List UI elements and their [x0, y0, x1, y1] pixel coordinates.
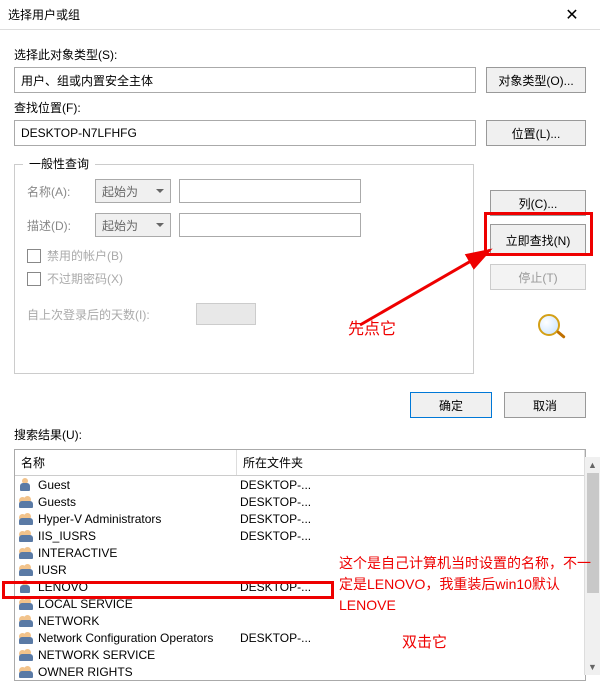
cell-name: LENOVO — [38, 580, 240, 594]
user-icon — [19, 478, 36, 492]
side-buttons: 列(C)... 立即查找(N) 停止(T) — [490, 190, 586, 290]
name-label: 名称(A): — [27, 183, 87, 200]
desc-match-select[interactable]: 起始为 — [95, 213, 171, 237]
magnifier-icon — [538, 314, 572, 342]
results-table: 名称 所在文件夹 GuestDESKTOP-...GuestsDESKTOP-.… — [14, 449, 586, 681]
cell-name: LOCAL SERVICE — [38, 597, 240, 611]
table-row[interactable]: OWNER RIGHTS — [15, 663, 585, 680]
group-icon — [19, 495, 36, 509]
cell-name: IUSR — [38, 563, 240, 577]
group-icon — [19, 563, 36, 577]
results-label: 搜索结果(U): — [14, 426, 586, 443]
object-types-button[interactable]: 对象类型(O)... — [486, 67, 586, 93]
table-row[interactable]: NETWORK — [15, 612, 585, 629]
table-row[interactable]: LOCAL SERVICE — [15, 595, 585, 612]
group-icon — [19, 529, 36, 543]
stop-button: 停止(T) — [490, 264, 586, 290]
group-icon — [19, 648, 36, 662]
non-expiring-label: 不过期密码(X) — [47, 270, 123, 287]
user-icon — [19, 580, 36, 594]
desc-input[interactable] — [179, 213, 361, 237]
window-title: 选择用户或组 — [8, 6, 552, 23]
cell-folder: DESKTOP-... — [240, 512, 311, 526]
table-row[interactable]: GuestsDESKTOP-... — [15, 493, 585, 510]
cell-name: INTERACTIVE — [38, 546, 240, 560]
name-match-select[interactable]: 起始为 — [95, 179, 171, 203]
titlebar: 选择用户或组 ✕ — [0, 0, 600, 30]
ok-button[interactable]: 确定 — [410, 392, 492, 418]
cancel-button[interactable]: 取消 — [504, 392, 586, 418]
table-row[interactable]: LENOVODESKTOP-... — [15, 578, 585, 595]
days-since-select[interactable] — [196, 303, 256, 325]
table-row[interactable]: INTERACTIVE — [15, 544, 585, 561]
cell-folder: DESKTOP-... — [240, 529, 311, 543]
days-since-label: 自上次登录后的天数(I): — [27, 306, 150, 323]
object-type-input[interactable] — [14, 67, 476, 93]
cell-folder: DESKTOP-... — [240, 631, 311, 645]
common-queries-group: 一般性查询 名称(A): 起始为 描述(D): 起始为 禁用的帐户(B) 不过期… — [14, 164, 474, 374]
cell-name: NETWORK — [38, 614, 240, 628]
group-icon — [19, 512, 36, 526]
cell-folder: DESKTOP-... — [240, 495, 311, 509]
cell-name: Guest — [38, 478, 240, 492]
non-expiring-checkbox[interactable] — [27, 272, 41, 286]
table-row[interactable]: Network Configuration OperatorsDESKTOP-.… — [15, 629, 585, 646]
cell-name: Hyper-V Administrators — [38, 512, 240, 526]
scroll-down-icon[interactable]: ▼ — [585, 659, 600, 675]
group-icon — [19, 546, 36, 560]
location-label: 查找位置(F): — [14, 99, 586, 116]
locations-button[interactable]: 位置(L)... — [486, 120, 586, 146]
close-button[interactable]: ✕ — [552, 0, 592, 30]
group-icon — [19, 614, 36, 628]
cell-name: Network Configuration Operators — [38, 631, 240, 645]
cell-name: IIS_IUSRS — [38, 529, 240, 543]
column-name[interactable]: 名称 — [15, 450, 237, 475]
table-row[interactable]: IUSR — [15, 561, 585, 578]
disabled-accounts-label: 禁用的帐户(B) — [47, 247, 123, 264]
cell-folder: DESKTOP-... — [240, 580, 311, 594]
desc-label: 描述(D): — [27, 217, 87, 234]
group-icon — [19, 597, 36, 611]
find-now-button[interactable]: 立即查找(N) — [490, 224, 586, 256]
name-input[interactable] — [179, 179, 361, 203]
scroll-thumb[interactable] — [587, 473, 599, 593]
disabled-accounts-checkbox[interactable] — [27, 249, 41, 263]
table-header: 名称 所在文件夹 — [15, 450, 585, 476]
cell-name: OWNER RIGHTS — [38, 665, 240, 679]
table-row[interactable]: NETWORK SERVICE — [15, 646, 585, 663]
table-row[interactable]: IIS_IUSRSDESKTOP-... — [15, 527, 585, 544]
object-type-label: 选择此对象类型(S): — [14, 46, 586, 63]
group-icon — [19, 631, 36, 645]
cell-name: Guests — [38, 495, 240, 509]
scroll-up-icon[interactable]: ▲ — [585, 457, 600, 473]
results-scrollbar[interactable]: ▲ ▼ — [584, 457, 600, 675]
columns-button[interactable]: 列(C)... — [490, 190, 586, 216]
table-row[interactable]: Hyper-V AdministratorsDESKTOP-... — [15, 510, 585, 527]
group-icon — [19, 665, 36, 679]
groupbox-legend: 一般性查询 — [23, 155, 95, 172]
dialog-body: 选择此对象类型(S): 对象类型(O)... 查找位置(F): 位置(L)...… — [0, 30, 600, 691]
table-row[interactable]: GuestDESKTOP-... — [15, 476, 585, 493]
location-input[interactable] — [14, 120, 476, 146]
cell-folder: DESKTOP-... — [240, 478, 311, 492]
column-folder[interactable]: 所在文件夹 — [237, 450, 585, 475]
table-body: GuestDESKTOP-...GuestsDESKTOP-...Hyper-V… — [15, 476, 585, 680]
cell-name: NETWORK SERVICE — [38, 648, 240, 662]
